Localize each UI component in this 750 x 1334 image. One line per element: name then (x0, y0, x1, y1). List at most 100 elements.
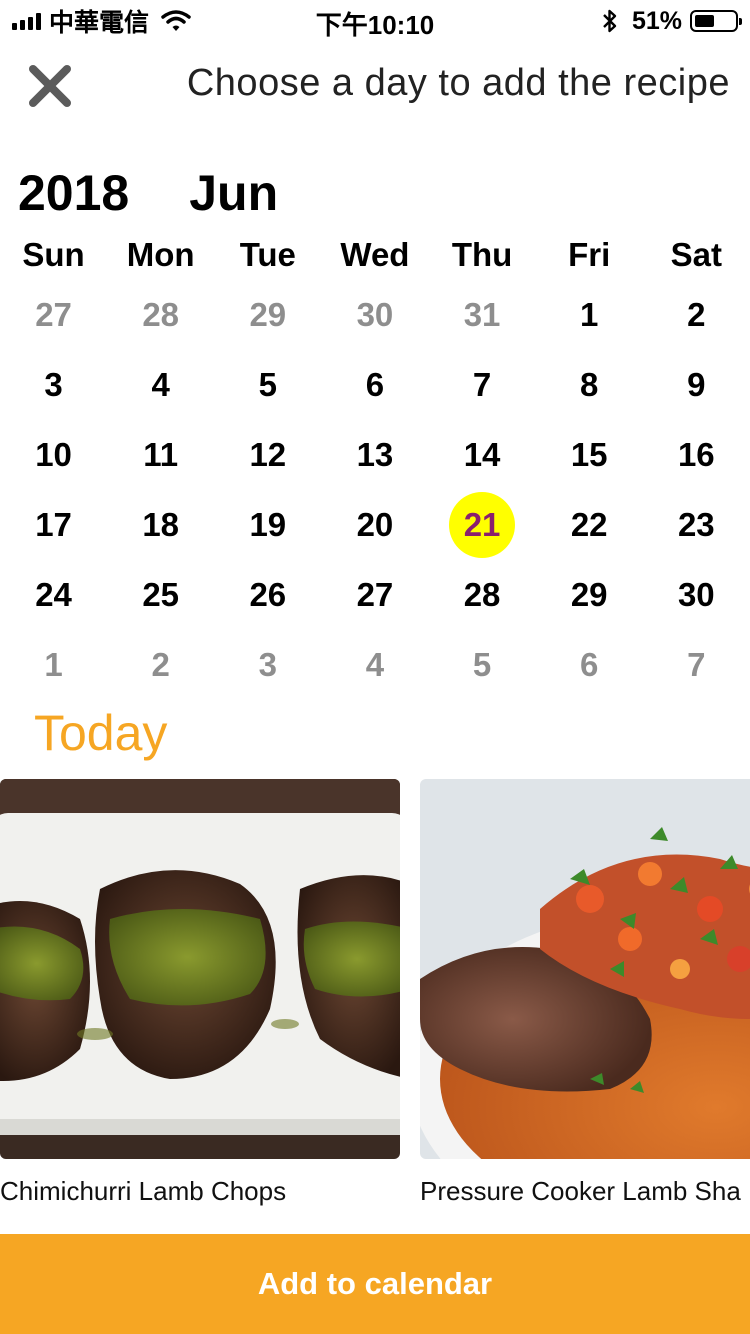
calendar-day[interactable]: 27 (321, 560, 428, 630)
calendar-day[interactable]: 28 (429, 560, 536, 630)
calendar-day-number: 4 (151, 366, 170, 403)
calendar-day-outside-month[interactable]: 6 (536, 630, 643, 700)
recipe-title[interactable]: Chimichurri Lamb Chops (0, 1176, 400, 1207)
calendar-day[interactable]: 15 (536, 420, 643, 490)
recipe-title[interactable]: Pressure Cooker Lamb Sha (420, 1176, 750, 1207)
calendar-day-number: 23 (677, 506, 715, 543)
calendar-day-outside-month[interactable]: 4 (321, 630, 428, 700)
calendar-day-outside-month[interactable]: 30 (321, 280, 428, 350)
calendar-day-number: 7 (472, 366, 492, 403)
calendar-day-number: 28 (463, 576, 501, 613)
calendar-day[interactable]: 24 (0, 560, 107, 630)
calendar-day-outside-month[interactable]: 29 (214, 280, 321, 350)
calendar-day[interactable]: 30 (643, 560, 750, 630)
calendar-day[interactable]: 1 (536, 280, 643, 350)
calendar-grid: 27 28 29 30 31 1 2 3 4 5 6 7 8 9 10 11 12 13 14 15 16 17 18 19 2… (0, 280, 750, 700)
recipe-image-lamb-chops (0, 779, 400, 1159)
add-to-calendar-button[interactable]: Add to calendar (0, 1234, 750, 1334)
calendar-day-number: 24 (35, 576, 72, 613)
calendar-day-number: 28 (142, 296, 180, 333)
calendar-day[interactable]: 13 (321, 420, 428, 490)
calendar-day-outside-month[interactable]: 5 (429, 630, 536, 700)
calendar-day[interactable]: 17 (0, 490, 107, 560)
close-button[interactable] (24, 60, 76, 112)
calendar-day[interactable]: 20 (321, 490, 428, 560)
calendar-day-number: 20 (356, 506, 394, 543)
calendar-day-number: 8 (580, 366, 599, 403)
weekday-label: Fri (568, 236, 611, 273)
recipe-card[interactable]: Pressure Cooker Lamb Sha (420, 779, 750, 1207)
calendar-day[interactable]: 8 (536, 350, 643, 420)
weekday-label: Sun (22, 236, 85, 273)
calendar-day[interactable]: 4 (107, 350, 214, 420)
battery-percent: 51% (631, 6, 682, 35)
calendar-day-number: 14 (463, 436, 501, 473)
calendar-day-outside-month[interactable]: 1 (0, 630, 107, 700)
calendar-day-number: 29 (570, 576, 608, 613)
calendar-day-number: 10 (35, 436, 72, 473)
calendar-day[interactable]: 7 (429, 350, 536, 420)
calendar-day-outside-month[interactable]: 3 (214, 630, 321, 700)
calendar-day-number: 16 (677, 436, 715, 473)
calendar-day-outside-month[interactable]: 7 (643, 630, 750, 700)
calendar-day-number: 9 (687, 366, 706, 403)
calendar-day[interactable]: 29 (536, 560, 643, 630)
calendar-day-outside-month[interactable]: 2 (107, 630, 214, 700)
weekday-label: Thu (451, 236, 513, 273)
calendar-month-title: 2018 Jun (18, 164, 278, 222)
calendar-day-number: 25 (142, 576, 180, 613)
calendar-day-number: 21 (449, 492, 516, 558)
calendar-day[interactable]: 2 (643, 280, 750, 350)
weekday-label: Sat (670, 236, 722, 273)
calendar-day[interactable]: 14 (429, 420, 536, 490)
weekday-label: Mon (126, 236, 195, 273)
calendar-day-number: 27 (35, 296, 72, 333)
calendar-day-number: 2 (151, 646, 170, 683)
calendar-day-number: 4 (365, 646, 385, 683)
battery-tip (739, 18, 742, 25)
calendar-day-number: 1 (580, 296, 599, 333)
calendar-day-outside-month[interactable]: 28 (107, 280, 214, 350)
battery-level-fill (695, 15, 714, 27)
calendar-day[interactable]: 11 (107, 420, 214, 490)
calendar-day[interactable]: 6 (321, 350, 428, 420)
status-right: 51% (600, 6, 742, 36)
calendar-month: Jun (189, 165, 279, 221)
recipe-card[interactable]: Chimichurri Lamb Chops (0, 779, 400, 1207)
calendar-year: 2018 (18, 165, 130, 221)
calendar-day[interactable]: 23 (643, 490, 750, 560)
calendar-day[interactable]: 12 (214, 420, 321, 490)
weekday-header: Sun Mon Tue Wed Thu Fri Sat (0, 236, 750, 274)
weekday-label: Tue (239, 236, 296, 273)
calendar-day-outside-month[interactable]: 31 (429, 280, 536, 350)
calendar-day-number: 5 (472, 646, 492, 683)
calendar-day[interactable]: 16 (643, 420, 750, 490)
calendar-day[interactable]: 5 (214, 350, 321, 420)
calendar-day[interactable]: 10 (0, 420, 107, 490)
calendar-day-number: 18 (142, 506, 180, 543)
calendar-day-outside-month[interactable]: 27 (0, 280, 107, 350)
calendar-day-number: 2 (687, 296, 706, 333)
recipe-image-lamb-shank (420, 779, 750, 1159)
calendar-day-number: 3 (258, 646, 277, 683)
calendar-day-number: 19 (249, 506, 287, 543)
bluetooth-icon (603, 9, 617, 33)
calendar-day-number: 13 (356, 436, 394, 473)
calendar-day-number: 12 (249, 436, 287, 473)
calendar-day-number: 22 (570, 506, 608, 543)
recipe-carousel[interactable]: Chimichurri Lamb Chops Pressure Cooker L… (0, 779, 750, 1209)
calendar-day-number: 11 (143, 436, 179, 473)
calendar-day-number: 7 (687, 646, 706, 683)
calendar-day[interactable]: 19 (214, 490, 321, 560)
calendar-day-number: 1 (44, 646, 63, 683)
calendar-day-number: 17 (35, 506, 72, 543)
calendar-day[interactable]: 25 (107, 560, 214, 630)
calendar-day[interactable]: 26 (214, 560, 321, 630)
battery-icon (690, 10, 742, 32)
calendar-day[interactable]: 22 (536, 490, 643, 560)
calendar-day-selected[interactable]: 21 (429, 490, 536, 560)
calendar-day[interactable]: 18 (107, 490, 214, 560)
calendar-day[interactable]: 9 (643, 350, 750, 420)
calendar-day[interactable]: 3 (0, 350, 107, 420)
today-label: Today (34, 705, 168, 761)
